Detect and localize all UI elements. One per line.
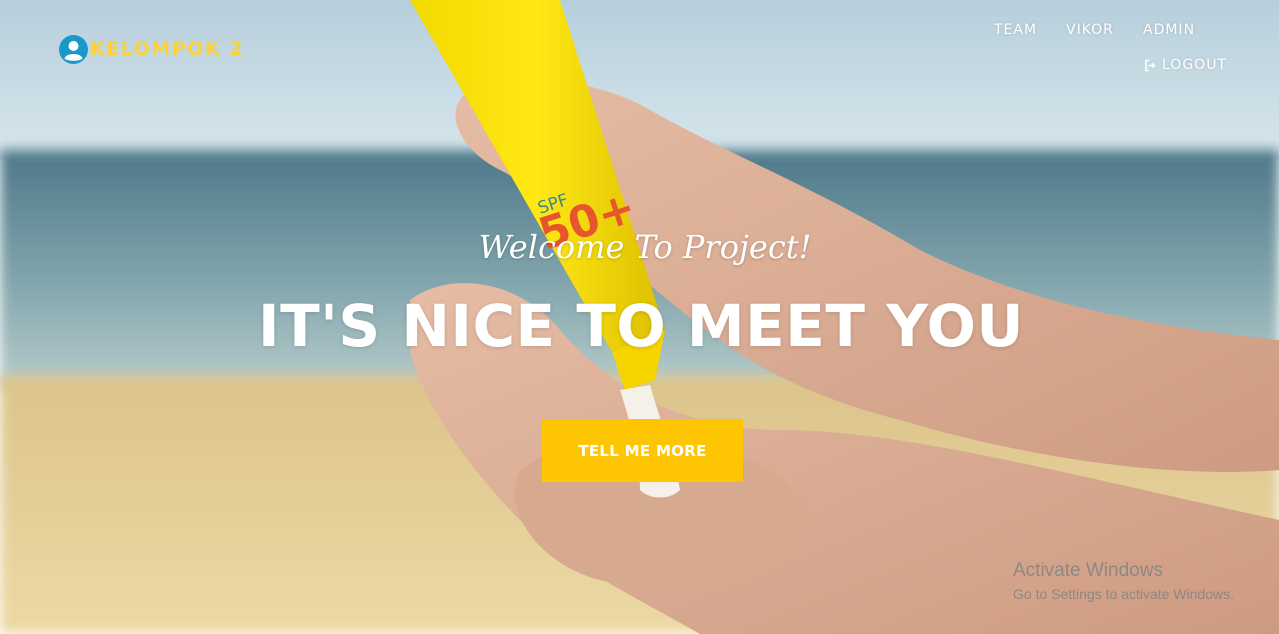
sign-out-icon	[1145, 59, 1156, 71]
nav-link-team[interactable]: TEAM	[994, 22, 1037, 38]
tell-me-more-button[interactable]: TELL ME MORE	[542, 419, 743, 482]
hero-heading: IT'S NICE TO MEET YOU	[258, 292, 1024, 360]
watermark-title: Activate Windows	[1013, 560, 1163, 581]
windows-activation-watermark: Activate Windows Go to Settings to activ…	[1013, 560, 1234, 602]
logout-label: LOGOUT	[1162, 57, 1227, 73]
brand-name: KELOMPOK 2	[90, 38, 244, 60]
watermark-subtitle: Go to Settings to activate Windows.	[1013, 586, 1234, 602]
hero-subheading: Welcome To Project!	[478, 228, 812, 266]
nav-link-admin[interactable]: ADMIN	[1143, 22, 1195, 38]
nav-link-logout[interactable]: LOGOUT	[1144, 57, 1227, 73]
main-nav: TEAM VIKOR ADMIN LOGOUT	[949, 20, 1279, 90]
nav-link-vikor[interactable]: VIKOR	[1066, 22, 1114, 38]
brand-logo[interactable]: KELOMPOK 2	[59, 34, 244, 64]
user-circle-icon	[59, 34, 88, 64]
